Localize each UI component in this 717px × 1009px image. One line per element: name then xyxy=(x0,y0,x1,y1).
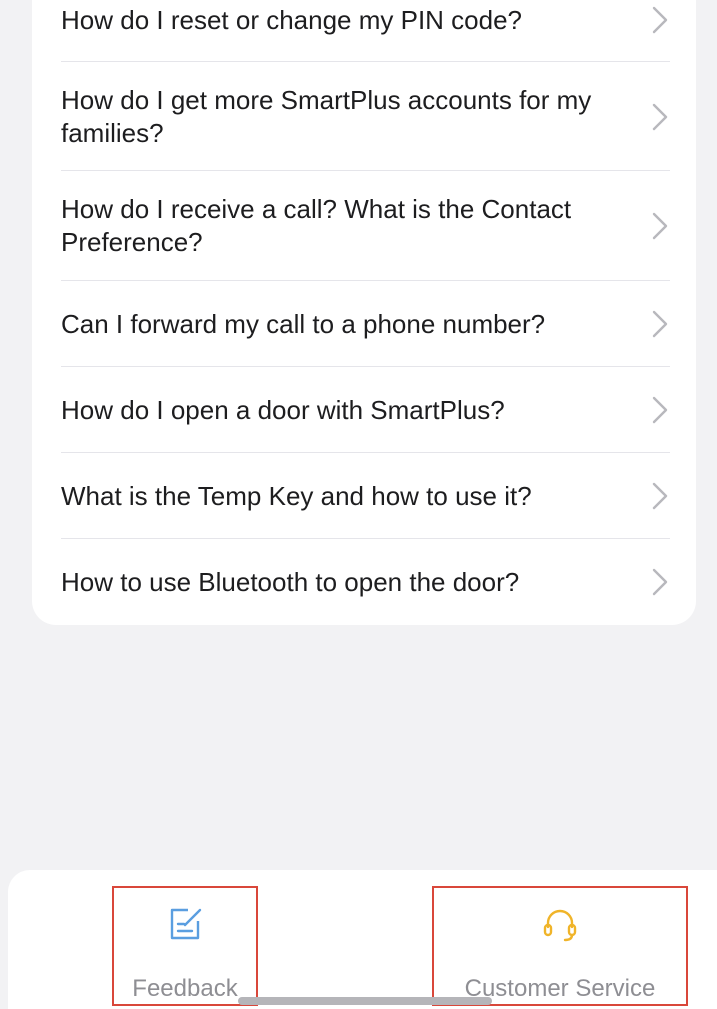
faq-item-reset-pin[interactable]: How do I reset or change my PIN code? xyxy=(32,0,696,62)
faq-question: How do I reset or change my PIN code? xyxy=(61,4,523,35)
faq-question: How do I open a door with SmartPlus? xyxy=(61,394,505,425)
faq-item-open-door[interactable]: How do I open a door with SmartPlus? xyxy=(32,367,696,453)
home-indicator xyxy=(238,997,492,1005)
feedback-button[interactable]: Feedback xyxy=(112,886,258,1006)
chevron-right-icon xyxy=(652,6,668,34)
faq-question: How do I receive a call? What is the Con… xyxy=(61,194,572,257)
edit-note-icon xyxy=(166,905,204,943)
faq-item-temp-key[interactable]: What is the Temp Key and how to use it? xyxy=(32,453,696,539)
faq-item-receive-call[interactable]: How do I receive a call? What is the Con… xyxy=(32,171,696,281)
faq-item-more-accounts[interactable]: How do I get more SmartPlus accounts for… xyxy=(32,62,696,171)
feedback-label: Feedback xyxy=(132,975,238,1002)
chevron-right-icon xyxy=(652,310,668,338)
faq-question: How do I get more SmartPlus accounts for… xyxy=(61,84,592,148)
chevron-right-icon xyxy=(652,212,668,240)
chevron-right-icon xyxy=(652,568,668,596)
faq-question: What is the Temp Key and how to use it? xyxy=(61,480,532,511)
faq-list: How do I reset or change my PIN code? Ho… xyxy=(32,0,696,625)
chevron-right-icon xyxy=(652,482,668,510)
faq-item-forward-call[interactable]: Can I forward my call to a phone number? xyxy=(32,281,696,367)
bottom-tab-bar: Feedback Customer Service xyxy=(8,870,717,1009)
chevron-right-icon xyxy=(652,396,668,424)
chevron-right-icon xyxy=(652,103,668,131)
faq-item-bluetooth[interactable]: How to use Bluetooth to open the door? xyxy=(32,539,696,625)
customer-service-button[interactable]: Customer Service xyxy=(432,886,688,1006)
faq-question: Can I forward my call to a phone number? xyxy=(61,308,546,339)
headset-icon xyxy=(541,905,579,943)
faq-question: How to use Bluetooth to open the door? xyxy=(61,566,520,597)
